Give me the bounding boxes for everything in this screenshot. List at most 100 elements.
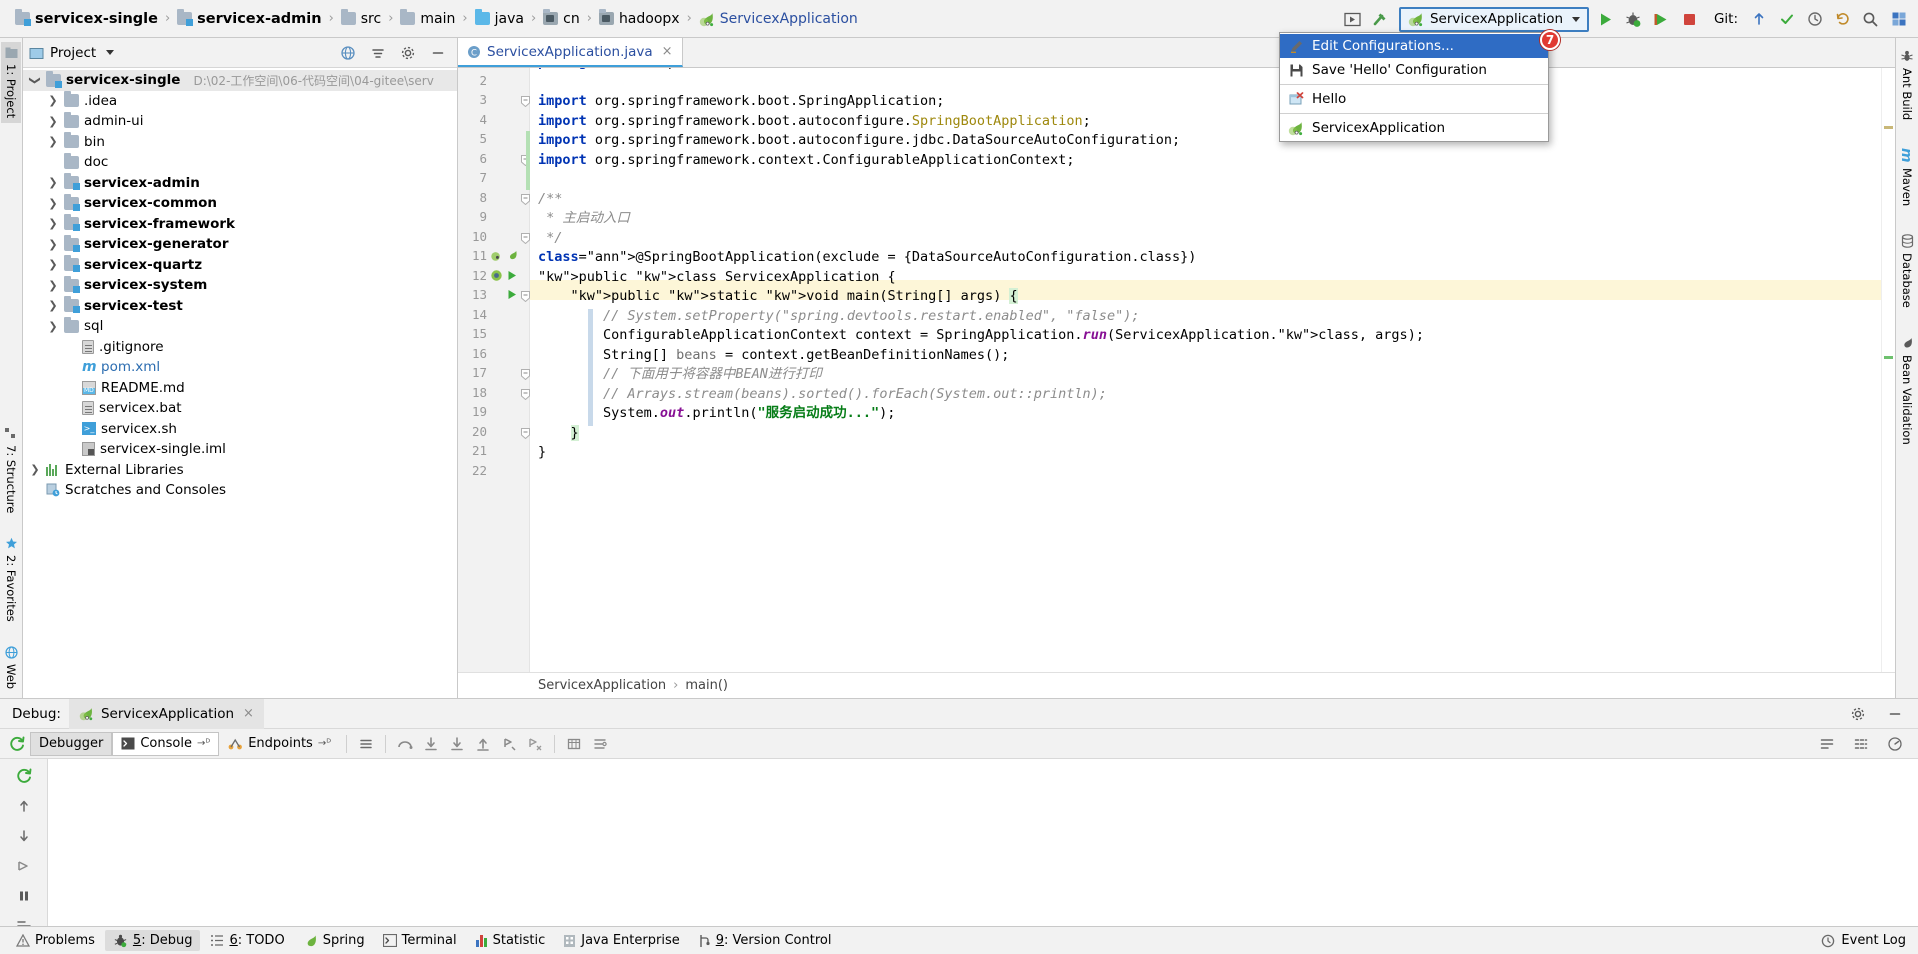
- settings-gear-icon[interactable]: [1844, 700, 1871, 727]
- tool-window-button-maven[interactable]: mMaven: [1897, 143, 1917, 211]
- plugins-icon[interactable]: [1885, 6, 1912, 33]
- tree-node-servicex-quartz[interactable]: ❯servicex-quartz: [23, 255, 457, 276]
- breadcrumb-item-cn[interactable]: cn: [538, 11, 585, 27]
- tree-node-servicex-sh[interactable]: >_servicex.sh: [23, 419, 457, 440]
- mute-breakpoints-icon[interactable]: [561, 732, 587, 756]
- event-log-label[interactable]: Event Log: [1841, 933, 1906, 948]
- status-bar-item-spring[interactable]: Spring: [295, 930, 373, 951]
- hide-panel-icon[interactable]: [1881, 700, 1908, 727]
- menu-item-hello[interactable]: Hello: [1280, 87, 1548, 111]
- pause-icon[interactable]: [13, 885, 35, 907]
- settings-gear-icon[interactable]: [394, 39, 421, 66]
- breadcrumb-item-java[interactable]: java: [470, 11, 529, 27]
- chevron-down-icon[interactable]: [106, 50, 114, 55]
- tree-node-servicex-system[interactable]: ❯servicex-system: [23, 275, 457, 296]
- settings-icon[interactable]: [587, 732, 613, 756]
- tab-console[interactable]: Console →ᴰ: [112, 732, 219, 756]
- close-icon[interactable]: ×: [240, 706, 254, 721]
- step-down-icon[interactable]: [13, 825, 35, 847]
- status-bar-item-debug[interactable]: 5: Debug: [105, 930, 201, 951]
- git-rollback-icon[interactable]: [1829, 6, 1856, 33]
- step-out-icon[interactable]: [470, 732, 496, 756]
- editor-breadcrumb-item[interactable]: main(): [685, 678, 728, 693]
- debug-icon[interactable]: [1620, 6, 1647, 33]
- tool-window-button-web[interactable]: Web: [1, 641, 21, 694]
- tree-node-bin[interactable]: ❯bin: [23, 132, 457, 153]
- run-to-cursor-icon[interactable]: [496, 732, 522, 756]
- rerun-green-icon[interactable]: [13, 765, 35, 787]
- chevron-right-icon[interactable]: ❯: [47, 115, 59, 128]
- tree-node-servicex-single[interactable]: ❯servicex-singleD:\02-工作空间\06-代码空间\04-gi…: [23, 70, 457, 91]
- code-fold-icon[interactable]: [521, 291, 530, 302]
- hide-icon[interactable]: [424, 39, 451, 66]
- breadcrumb-item-hadoopx[interactable]: hadoopx: [594, 11, 685, 27]
- code-fold-icon[interactable]: [521, 194, 530, 205]
- git-update-icon[interactable]: [1745, 6, 1772, 33]
- step-into-icon[interactable]: [418, 732, 444, 756]
- code-editor-area[interactable]: 2345678910111213141516171819202122 packa…: [458, 68, 1895, 672]
- breadcrumb-item-servicex-admin[interactable]: servicex-admin: [172, 11, 326, 27]
- editor-breadcrumb[interactable]: ServicexApplication›main(): [458, 672, 1895, 698]
- chevron-right-icon[interactable]: ❯: [47, 94, 59, 107]
- chevron-right-icon[interactable]: ❯: [47, 135, 59, 148]
- stop-icon[interactable]: [1676, 6, 1703, 33]
- tab-debugger[interactable]: Debugger: [30, 732, 112, 756]
- force-step-into-icon[interactable]: [444, 732, 470, 756]
- tree-node-pom-xml[interactable]: mpom.xml: [23, 357, 457, 378]
- code-fold-icon[interactable]: [521, 389, 530, 400]
- chevron-right-icon[interactable]: ❯: [47, 258, 59, 271]
- git-history-icon[interactable]: [1801, 6, 1828, 33]
- search-icon[interactable]: [1857, 6, 1884, 33]
- globe-icon[interactable]: [334, 39, 361, 66]
- menu-item-edit-configurations[interactable]: Edit Configurations...: [1280, 34, 1548, 58]
- chevron-down-icon[interactable]: ❯: [29, 74, 42, 86]
- soft-wrap-icon[interactable]: [1814, 732, 1840, 756]
- breadcrumb-item-servicex-single[interactable]: servicex-single: [10, 11, 163, 27]
- frames-icon[interactable]: [353, 732, 379, 756]
- tree-node-readme-md[interactable]: README.md: [23, 378, 457, 399]
- breadcrumb-item-main[interactable]: main: [395, 11, 460, 27]
- status-bar-item-java-enterprise[interactable]: Java Enterprise: [555, 930, 687, 951]
- tab-endpoints[interactable]: Endpoints →ᴰ: [219, 732, 340, 756]
- status-bar-item-statistic[interactable]: Statistic: [467, 930, 554, 951]
- run-configuration-dropdown-menu[interactable]: Edit Configurations...Save 'Hello' Confi…: [1279, 32, 1549, 142]
- code-fold-icon[interactable]: [521, 369, 530, 380]
- editor-breadcrumb-item[interactable]: ServicexApplication: [538, 678, 666, 693]
- tool-window-button-7-structure[interactable]: 7: Structure: [1, 423, 21, 518]
- tree-node-servicex-common[interactable]: ❯servicex-common: [23, 193, 457, 214]
- tree-node-admin-ui[interactable]: ❯admin-ui: [23, 111, 457, 132]
- chevron-right-icon[interactable]: ❯: [47, 197, 59, 210]
- tree-node-servicex-single-iml[interactable]: servicex-single.iml: [23, 439, 457, 460]
- tool-window-button-1-project[interactable]: 1: Project: [1, 42, 21, 123]
- breadcrumb-item-servicexapplication[interactable]: ServicexApplication: [694, 11, 863, 27]
- tree-node-external-libraries[interactable]: ❯External Libraries: [23, 460, 457, 481]
- chevron-right-icon[interactable]: ❯: [47, 176, 59, 189]
- run-icon[interactable]: [1592, 6, 1619, 33]
- chevron-right-icon[interactable]: ❯: [47, 217, 59, 230]
- chevron-right-icon[interactable]: ❯: [47, 299, 59, 312]
- chevron-right-icon[interactable]: ❯: [47, 238, 59, 251]
- tree-node--gitignore[interactable]: .gitignore: [23, 337, 457, 358]
- error-stripe-scrollbar[interactable]: [1881, 68, 1895, 672]
- status-bar-item-todo[interactable]: 6: TODO: [202, 930, 292, 951]
- tree-node-sql[interactable]: ❯sql: [23, 316, 457, 337]
- menu-item-save-hello-configuration[interactable]: Save 'Hello' Configuration: [1280, 58, 1548, 82]
- tree-node-servicex-generator[interactable]: ❯servicex-generator: [23, 234, 457, 255]
- rerun-icon[interactable]: [4, 732, 30, 756]
- tool-window-button-ant-build[interactable]: Ant Build: [1897, 44, 1917, 125]
- spring-gutter-icon[interactable]: [506, 249, 519, 262]
- status-bar-item-problems[interactable]: Problems: [8, 930, 103, 951]
- scroll-to-end-icon[interactable]: [1848, 732, 1874, 756]
- status-bar-item-terminal[interactable]: Terminal: [375, 930, 465, 951]
- step-up-icon[interactable]: [13, 795, 35, 817]
- status-bar-item-version-control[interactable]: 9: Version Control: [690, 930, 840, 951]
- project-tree-scroll[interactable]: ❯servicex-singleD:\02-工作空间\06-代码空间\04-gi…: [23, 68, 457, 698]
- spring-bean-gutter-icon[interactable]: [490, 249, 503, 262]
- tool-window-button-database[interactable]: Database: [1897, 229, 1917, 313]
- chevron-right-icon[interactable]: ❯: [47, 279, 59, 292]
- close-icon[interactable]: ×: [659, 44, 673, 59]
- tab-console-pin[interactable]: →ᴰ: [197, 738, 210, 749]
- breadcrumb-item-src[interactable]: src: [336, 11, 386, 27]
- console-output[interactable]: [48, 759, 1918, 954]
- collapse-all-icon[interactable]: [364, 39, 391, 66]
